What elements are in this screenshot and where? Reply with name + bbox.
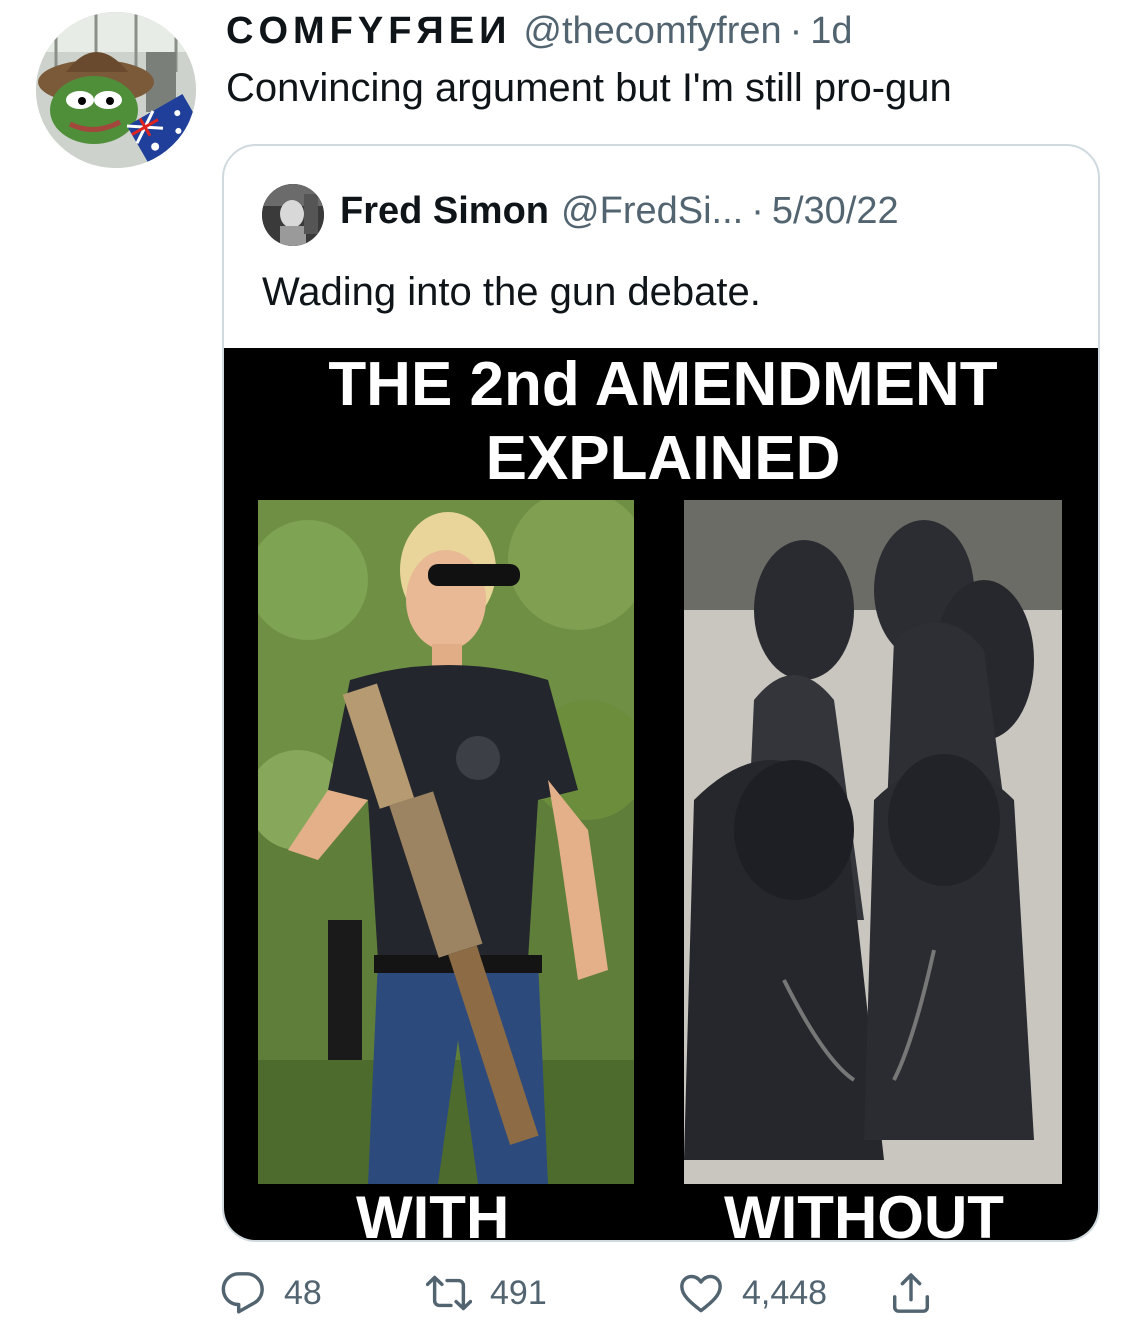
author-handle[interactable]: @thecomfyfren: [523, 10, 781, 53]
quoted-author-avatar[interactable]: [262, 184, 324, 246]
share-button[interactable]: [888, 1270, 934, 1316]
meme-caption-with: WITH: [356, 1184, 510, 1242]
quoted-author-name[interactable]: Fred Simon: [340, 190, 549, 233]
women-in-burqas-photo: [684, 500, 1062, 1184]
like-count: 4,448: [742, 1273, 828, 1312]
author-avatar[interactable]: [36, 12, 196, 168]
retweet-count: 491: [490, 1273, 547, 1312]
meme-right-photo: [684, 500, 1062, 1184]
share-icon: [892, 1273, 930, 1313]
woman-with-rifle-photo: [258, 500, 634, 1184]
quoted-avatar-image: [262, 184, 324, 246]
author-display-name[interactable]: COMFYFЯEИ: [226, 10, 511, 53]
meme-left-photo: [258, 500, 634, 1184]
quoted-tweet-date[interactable]: 5/30/22: [772, 190, 899, 233]
reply-icon: [221, 1272, 264, 1314]
reply-button[interactable]: 48: [220, 1270, 322, 1316]
like-icon: [680, 1274, 722, 1313]
tweet-action-bar: 48 491 4,448: [220, 1270, 980, 1320]
quoted-tweet-text: Wading into the gun debate.: [262, 270, 761, 314]
quoted-tweet-card[interactable]: Fred Simon @FredSi... · 5/30/22 Wading i…: [222, 144, 1100, 1242]
tweet-timestamp[interactable]: 1d: [810, 10, 852, 53]
quoted-author-handle[interactable]: @FredSi...: [561, 190, 743, 233]
reply-count: 48: [284, 1273, 322, 1312]
retweet-icon: [426, 1275, 472, 1311]
frog-avatar-image: [36, 12, 196, 168]
quoted-header-separator: ·: [751, 190, 764, 232]
quoted-tweet-header: Fred Simon @FredSi... · 5/30/22: [340, 190, 899, 233]
header-separator: ·: [789, 10, 803, 52]
meme-title-line-2: EXPLAINED: [485, 424, 841, 493]
meme-title: THE 2nd AMENDMENT EXPLAINED: [224, 348, 1098, 496]
tweet-header: COMFYFЯEИ @thecomfyfren · 1d: [226, 10, 853, 62]
like-button[interactable]: 4,448: [678, 1270, 827, 1316]
meme-caption-without: WITHOUT: [724, 1184, 1004, 1242]
meme-title-line-1: THE 2nd AMENDMENT: [328, 350, 998, 419]
meme-image[interactable]: THE 2nd AMENDMENT EXPLAINED WITH WITHOUT: [224, 348, 1098, 1242]
retweet-button[interactable]: 491: [426, 1270, 547, 1316]
tweet-text: Convincing argument but I'm still pro-gu…: [226, 66, 952, 110]
